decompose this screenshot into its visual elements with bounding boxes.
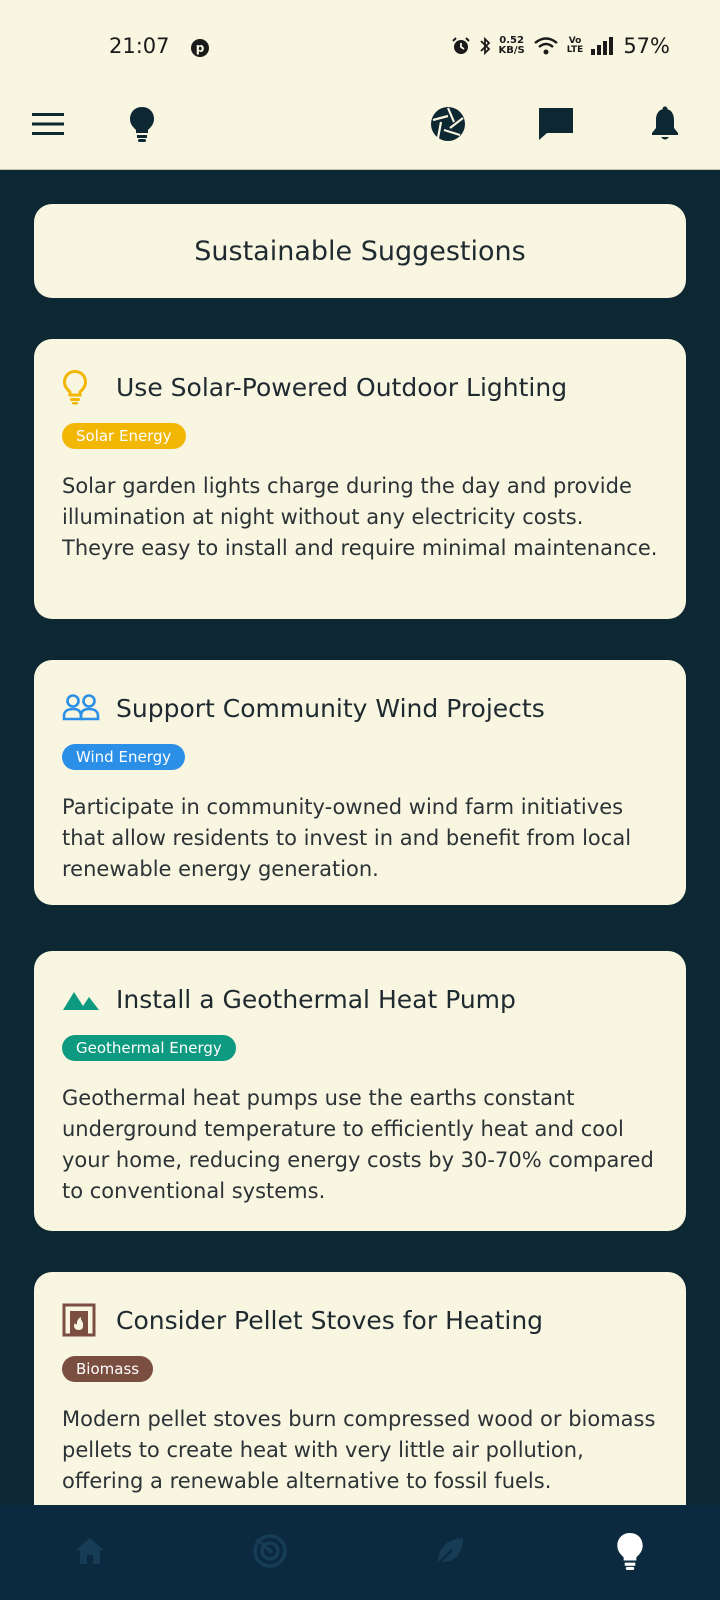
chat-icon[interactable] bbox=[536, 104, 576, 144]
card-title: Consider Pellet Stoves for Heating bbox=[116, 1305, 544, 1335]
category-tag: Wind Energy bbox=[62, 744, 185, 770]
leaf-icon[interactable] bbox=[430, 1531, 470, 1571]
suggestions-list: Sustainable Suggestions Use Solar-Powere… bbox=[34, 204, 686, 1552]
signal-icon bbox=[591, 37, 614, 55]
home-icon[interactable] bbox=[70, 1531, 110, 1571]
title-card: Sustainable Suggestions bbox=[34, 204, 686, 298]
bottom-nav bbox=[0, 1505, 720, 1600]
status-icons: 0.52 KB/S Vo LTE 57% bbox=[451, 34, 670, 58]
suggestion-card-geothermal[interactable]: Install a Geothermal Heat Pump Geotherma… bbox=[34, 951, 686, 1231]
card-description: Geothermal heat pumps use the earths con… bbox=[62, 1086, 654, 1203]
people-icon bbox=[62, 688, 102, 728]
suggestion-card-solar[interactable]: Use Solar-Powered Outdoor Lighting Solar… bbox=[34, 339, 686, 619]
alarm-icon bbox=[451, 37, 470, 54]
card-title: Install a Geothermal Heat Pump bbox=[116, 984, 516, 1014]
status-time: 21:07 bbox=[109, 34, 170, 58]
fireplace-icon bbox=[62, 1300, 102, 1340]
pinterest-icon: p bbox=[191, 39, 209, 57]
bluetooth-icon bbox=[479, 36, 490, 56]
card-description: Modern pellet stoves burn compressed woo… bbox=[62, 1407, 656, 1493]
page-title: Sustainable Suggestions bbox=[194, 235, 526, 267]
volte-indicator: Vo LTE bbox=[566, 36, 584, 55]
status-bar: 21:07 p 0.52 KB/S Vo LTE 57% bbox=[0, 0, 720, 94]
category-tag: Solar Energy bbox=[62, 423, 186, 449]
category-tag: Biomass bbox=[62, 1356, 154, 1382]
lightbulb-icon[interactable] bbox=[122, 104, 162, 144]
card-description: Participate in community-owned wind farm… bbox=[62, 795, 632, 881]
radar-icon[interactable] bbox=[250, 1531, 290, 1571]
suggestion-card-wind[interactable]: Support Community Wind Projects Wind Ene… bbox=[34, 660, 686, 905]
bell-icon[interactable] bbox=[645, 104, 685, 144]
card-header: Use Solar-Powered Outdoor Lighting bbox=[62, 367, 658, 407]
card-header: Support Community Wind Projects bbox=[62, 688, 658, 728]
menu-icon[interactable] bbox=[28, 104, 68, 144]
lightbulb-outline-icon bbox=[62, 367, 102, 407]
wifi-icon bbox=[534, 37, 558, 55]
battery-level: 57% bbox=[623, 34, 670, 58]
mountain-icon bbox=[62, 979, 102, 1019]
card-header: Install a Geothermal Heat Pump bbox=[62, 979, 658, 1019]
card-title: Support Community Wind Projects bbox=[116, 693, 545, 723]
card-description: Solar garden lights charge during the da… bbox=[62, 474, 658, 560]
category-tag: Geothermal Energy bbox=[62, 1035, 236, 1061]
card-title: Use Solar-Powered Outdoor Lighting bbox=[116, 372, 568, 402]
lightbulb-icon[interactable] bbox=[610, 1531, 650, 1571]
card-header: Consider Pellet Stoves for Heating bbox=[62, 1300, 658, 1340]
camera-aperture-icon[interactable] bbox=[428, 104, 468, 144]
net-speed: 0.52 KB/S bbox=[498, 35, 525, 56]
app-bar bbox=[0, 94, 720, 170]
